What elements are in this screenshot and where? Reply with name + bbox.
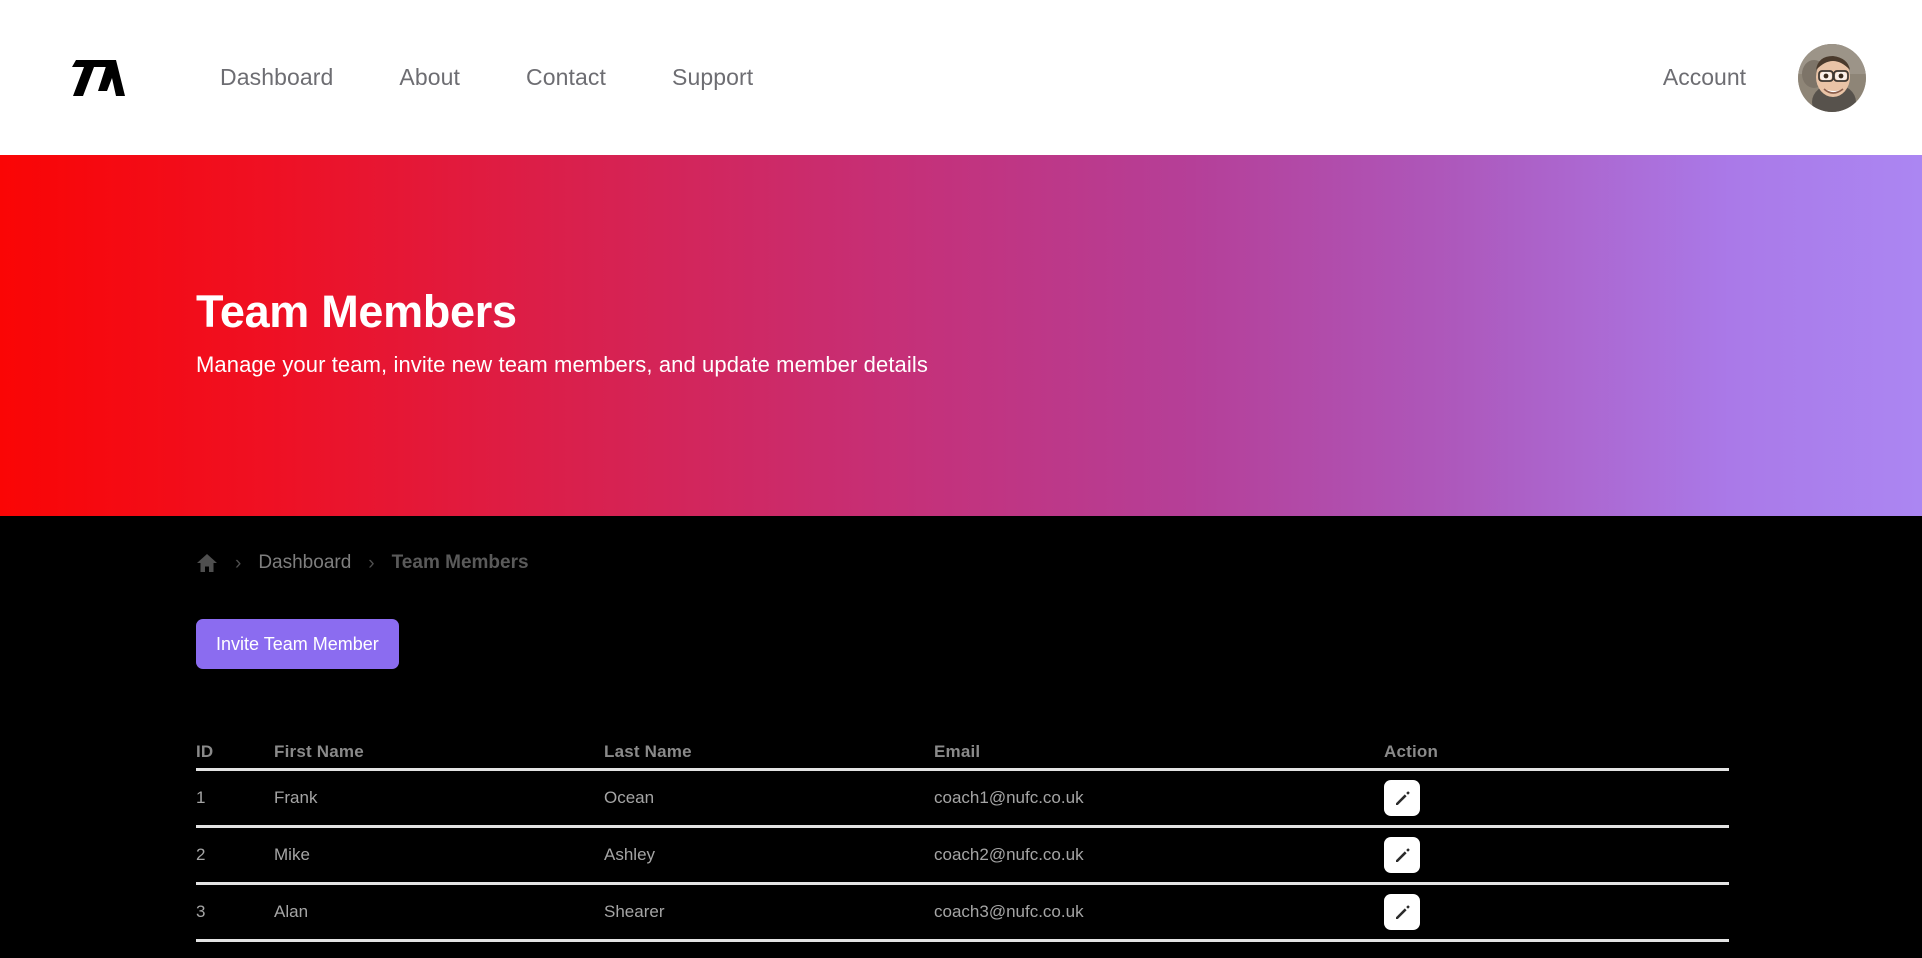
main-nav: Dashboard About Contact Support bbox=[192, 64, 786, 91]
avatar[interactable] bbox=[1798, 43, 1866, 112]
breadcrumb-item-dashboard[interactable]: Dashboard bbox=[258, 552, 351, 574]
breadcrumb-separator-1: › bbox=[235, 552, 242, 574]
table-row: 1 Frank Ocean coach1@nufc.co.uk bbox=[196, 771, 1729, 828]
column-header-action: Action bbox=[1384, 742, 1439, 761]
cell-id: 1 bbox=[196, 788, 206, 807]
home-icon[interactable] bbox=[196, 552, 218, 574]
nav-item-support[interactable]: Support bbox=[639, 64, 786, 91]
edit-pencil-icon bbox=[1395, 847, 1410, 862]
hero-content: Team Members Manage your team, invite ne… bbox=[196, 287, 1922, 379]
cell-first-name: Mike bbox=[274, 845, 310, 864]
account-link[interactable]: Account bbox=[1663, 64, 1746, 91]
cell-email: coach1@nufc.co.uk bbox=[934, 788, 1084, 807]
team-members-table: ID First Name Last Name Email Action 1 F… bbox=[196, 725, 1729, 942]
column-header-id: ID bbox=[196, 742, 214, 761]
hero-banner: Team Members Manage your team, invite ne… bbox=[0, 155, 1922, 516]
cell-action bbox=[1384, 894, 1729, 930]
breadcrumb-item-team-members: Team Members bbox=[391, 552, 529, 573]
table-header-row: ID First Name Last Name Email Action bbox=[196, 725, 1729, 771]
edit-pencil-icon bbox=[1395, 790, 1410, 805]
page-body: › Dashboard › Team Members Invite Team M… bbox=[0, 516, 1922, 958]
nav-item-contact[interactable]: Contact bbox=[493, 64, 639, 91]
cell-id: 3 bbox=[196, 902, 206, 921]
nav-item-dashboard[interactable]: Dashboard bbox=[192, 64, 366, 91]
edit-row-button[interactable] bbox=[1384, 780, 1420, 816]
breadcrumb-separator-2: › bbox=[368, 552, 375, 574]
column-header-last-name: Last Name bbox=[604, 742, 692, 761]
cell-last-name: Ashley bbox=[604, 845, 656, 864]
edit-row-button[interactable] bbox=[1384, 894, 1420, 930]
table-row: 3 Alan Shearer coach3@nufc.co.uk bbox=[196, 885, 1729, 942]
cell-action bbox=[1384, 780, 1729, 816]
cell-id: 2 bbox=[196, 845, 206, 864]
brand-logo-icon[interactable] bbox=[70, 58, 126, 98]
page-subtitle: Manage your team, invite new team member… bbox=[196, 352, 928, 378]
top-navigation-bar: Dashboard About Contact Support Account bbox=[0, 0, 1922, 155]
breadcrumb: › Dashboard › Team Members bbox=[196, 516, 1922, 574]
edit-pencil-icon bbox=[1395, 904, 1410, 919]
cell-email: coach2@nufc.co.uk bbox=[934, 845, 1084, 864]
cell-first-name: Frank bbox=[274, 788, 318, 807]
cell-first-name: Alan bbox=[274, 902, 309, 921]
account-area: Account bbox=[1663, 43, 1866, 112]
column-header-email: Email bbox=[934, 742, 981, 761]
cell-last-name: Ocean bbox=[604, 788, 655, 807]
table-row: 2 Mike Ashley coach2@nufc.co.uk bbox=[196, 828, 1729, 885]
invite-team-member-button[interactable]: Invite Team Member bbox=[196, 619, 399, 669]
column-header-first-name: First Name bbox=[274, 742, 364, 761]
page-title: Team Members bbox=[196, 285, 517, 337]
nav-item-about[interactable]: About bbox=[366, 64, 493, 91]
cell-last-name: Shearer bbox=[604, 902, 665, 921]
edit-row-button[interactable] bbox=[1384, 837, 1420, 873]
cell-action bbox=[1384, 837, 1729, 873]
cell-email: coach3@nufc.co.uk bbox=[934, 902, 1084, 921]
